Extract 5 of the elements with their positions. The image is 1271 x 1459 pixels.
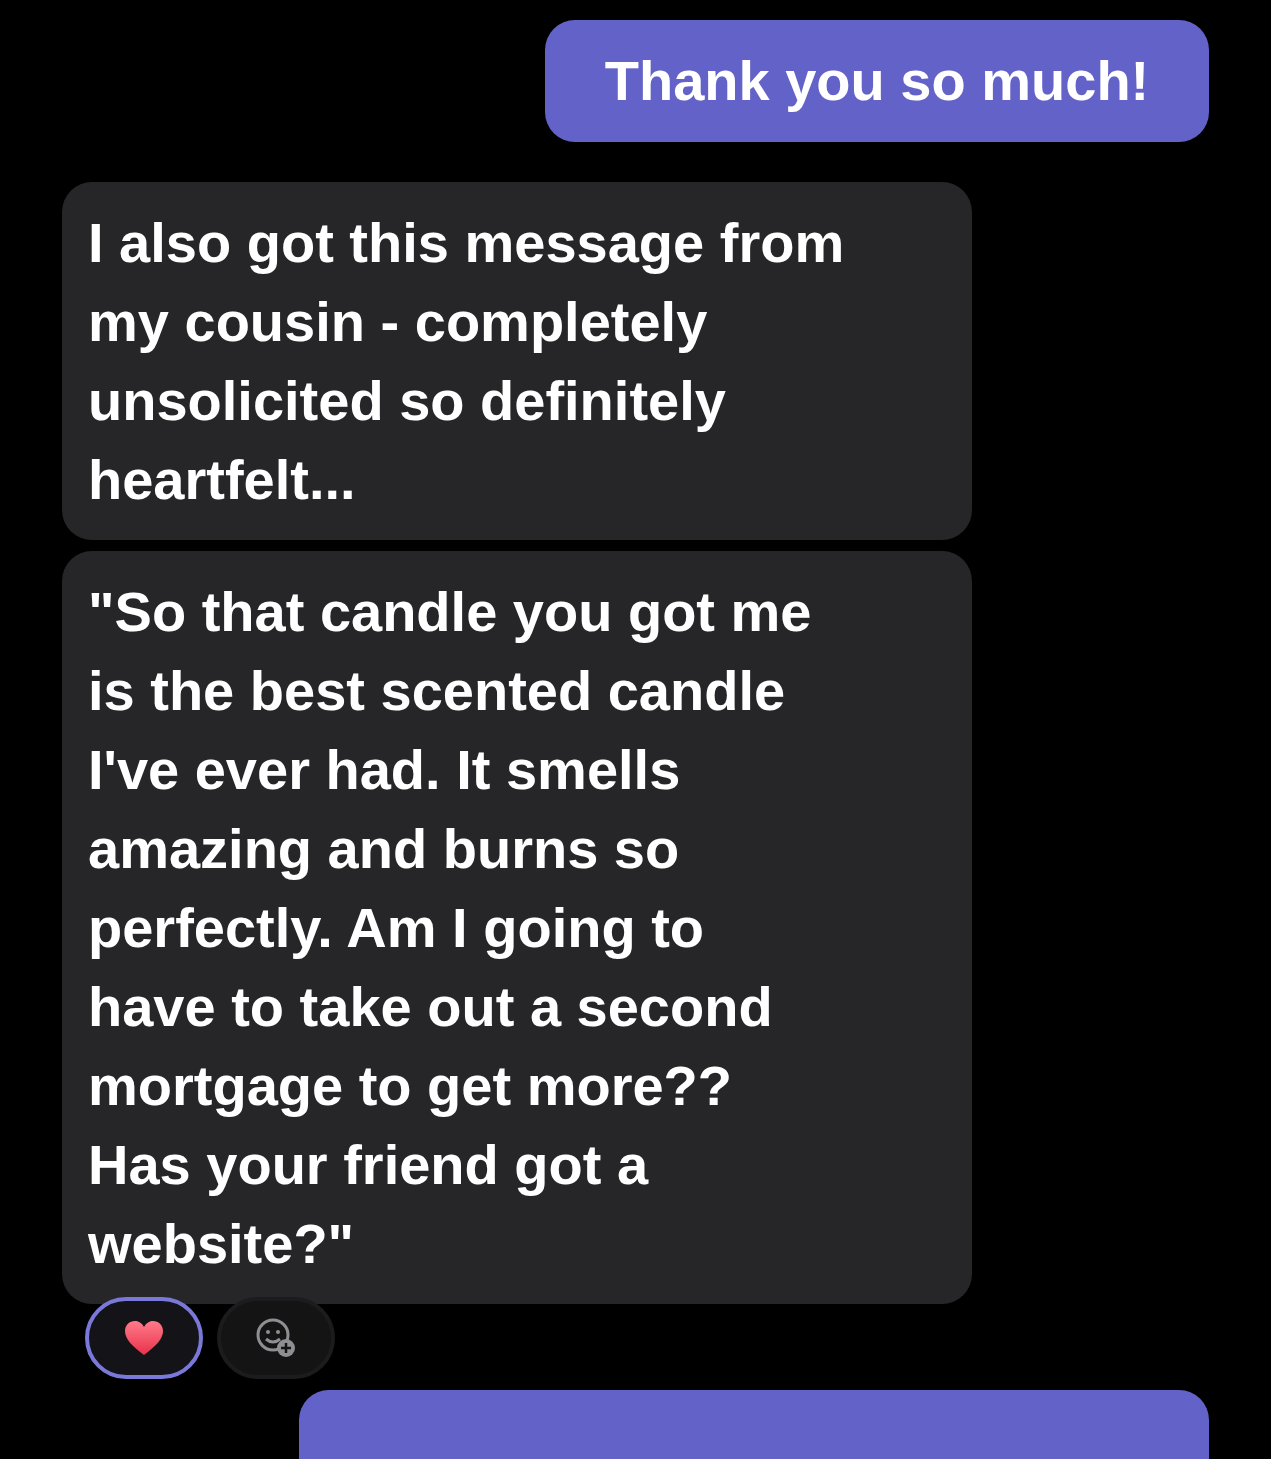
message-text: I also got this message from my cousin - completely unsolicited so definitely heartfelt... bbox=[88, 210, 845, 513]
message-text: "So that candle you got me is the best scented candle I've ever had. It smells amazing and burns so perfectly. Am I going to have to take out a second mortgage to get more?? Has your friend got a website?" bbox=[88, 579, 812, 1277]
heart-icon bbox=[124, 1320, 164, 1356]
message-text: Thank you so much! bbox=[604, 48, 1150, 114]
add-reaction-icon bbox=[255, 1317, 297, 1359]
